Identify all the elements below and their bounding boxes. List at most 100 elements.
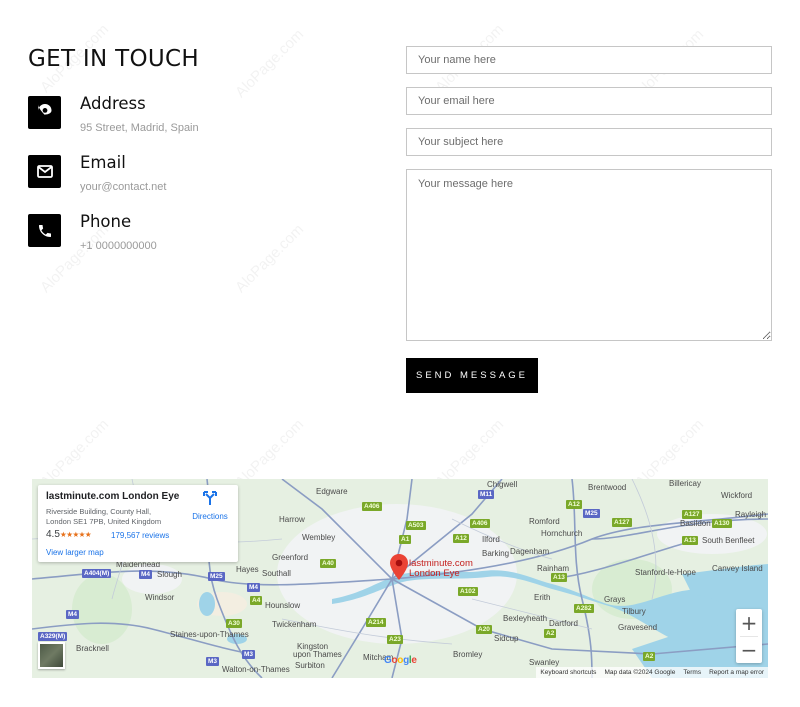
map-road-shield: A2	[643, 652, 656, 661]
map-place-label: Twickenham	[272, 620, 317, 629]
map-road-shield: A329(M)	[38, 632, 68, 641]
map-road-shield: A503	[406, 521, 426, 530]
map-place-label: Stanford-le-Hope	[635, 568, 696, 577]
contact-phone: Phone +1 0000000000	[28, 212, 368, 264]
email-label: Email	[80, 153, 126, 172]
map-place-label: Dartford	[549, 619, 578, 628]
terms-link[interactable]: Terms	[683, 669, 701, 676]
map-place-label: Windsor	[145, 593, 175, 602]
zoom-in-button[interactable]: +	[736, 609, 762, 636]
map-place-label: Wembley	[302, 533, 336, 542]
map-place-label: Grays	[604, 595, 626, 604]
name-input[interactable]	[406, 46, 772, 74]
map-place-label: Harrow	[279, 515, 305, 524]
map-road-shield: M4	[66, 610, 80, 619]
map-place-label: Chigwell	[487, 480, 518, 489]
map-road-shield: A406	[362, 502, 382, 511]
map-place-label: Bexleyheath	[503, 614, 548, 623]
map-place-label: South Benfleet	[702, 536, 755, 545]
reviews-link[interactable]: 179,567 reviews	[111, 531, 169, 540]
message-textarea[interactable]	[406, 169, 772, 341]
map-place-label: Wickford	[721, 491, 753, 500]
map-place-label: Greenford	[272, 553, 309, 562]
email-input[interactable]	[406, 87, 772, 115]
directions-label: Directions	[192, 512, 228, 521]
map-road-shield: A282	[574, 604, 594, 613]
place-name: lastminute.com London Eye	[46, 491, 180, 502]
map-road-shield: A2	[544, 629, 557, 638]
map-road-shield: M11	[478, 490, 495, 499]
map-place-label: upon Thames	[293, 650, 342, 659]
map-place-label: Brentwood	[588, 483, 627, 492]
map-place-label: Rainham	[537, 564, 570, 573]
map-road-shield: A127	[682, 510, 702, 519]
map-place-label: Bromley	[453, 650, 483, 659]
map-pin-label[interactable]: lastminute.com London Eye	[409, 559, 473, 579]
envelope-icon	[28, 155, 61, 188]
address-line-1: Riverside Building, County Hall,	[46, 507, 152, 516]
map-road-shield: M25	[208, 572, 225, 581]
address-value: 95 Street, Madrid, Spain	[80, 122, 199, 134]
map-place-label: Erith	[534, 593, 551, 602]
map-place-label: Hornchurch	[541, 529, 583, 538]
map-data-text: Map data ©2024 Google	[604, 669, 676, 676]
map-road-shield: M3	[206, 657, 220, 666]
satellite-toggle-button[interactable]	[38, 642, 65, 669]
map-road-shield: A13	[682, 536, 698, 545]
map-place-label: Canvey Island	[712, 564, 763, 573]
map-place-label: Staines-upon-Thames	[170, 630, 249, 639]
report-map-error-link[interactable]: Report a map error	[709, 669, 764, 676]
map-road-shield: A40	[320, 559, 336, 568]
map-pin-icon[interactable]	[390, 554, 408, 580]
zoom-controls: + −	[736, 609, 762, 663]
map-place-label: Swanley	[529, 658, 560, 667]
map-road-shield: A13	[551, 573, 567, 582]
map-place-label: Hayes	[236, 565, 259, 574]
map-road-shield: M25	[583, 509, 600, 518]
keyboard-shortcuts-link[interactable]: Keyboard shortcuts	[540, 669, 596, 676]
place-address: Riverside Building, County Hall, London …	[46, 507, 176, 527]
location-pin-icon	[28, 96, 61, 129]
watermark: AloPage.com	[232, 25, 308, 102]
map-road-shield: A1	[399, 535, 412, 544]
map-attribution: Keyboard shortcuts Map data ©2024 Google…	[536, 667, 768, 678]
place-rating: 4.5	[46, 529, 60, 540]
map-place-label: Gravesend	[618, 623, 658, 632]
phone-label: Phone	[80, 212, 132, 231]
map-road-shield: A130	[712, 519, 732, 528]
zoom-out-button[interactable]: −	[736, 636, 762, 663]
map-road-shield: A30	[226, 619, 242, 628]
send-message-button[interactable]: SEND MESSAGE	[406, 358, 538, 393]
map-place-label: Barking	[482, 549, 510, 558]
map-place-label: Southall	[262, 569, 291, 578]
map-place-label: Hounslow	[265, 601, 301, 610]
map-place-label: Surbiton	[295, 661, 325, 670]
map-place-label: Ilford	[482, 535, 500, 544]
map-place-label: Dagenham	[510, 547, 550, 556]
map-road-shield: A20	[476, 625, 492, 634]
address-label: Address	[80, 94, 146, 113]
map-road-shield: A12	[566, 500, 582, 509]
map-road-shield: A127	[612, 518, 632, 527]
phone-value: +1 0000000000	[80, 240, 157, 252]
map-road-shield: M3	[242, 650, 256, 659]
map-place-label: Edgware	[316, 487, 348, 496]
map-place-label: Walton-on-Thames	[222, 665, 290, 674]
directions-button[interactable]: Directions	[188, 491, 232, 521]
embedded-map[interactable]: Edgware Chigwell Brentwood Billericay Wickfo…	[32, 479, 768, 678]
map-place-label: Billericay	[669, 479, 702, 488]
map-place-label: Slough	[157, 570, 182, 579]
rating-stars-icon: ★★★★★	[60, 530, 92, 539]
map-place-label: Rayleigh	[735, 510, 767, 519]
pin-label-line2: London Eye	[409, 568, 460, 579]
map-road-shield: M4	[247, 583, 261, 592]
google-logo: Google	[384, 655, 417, 666]
subject-input[interactable]	[406, 128, 772, 156]
map-place-label: Basildon	[680, 519, 711, 528]
view-larger-map-link[interactable]: View larger map	[46, 548, 104, 557]
place-info-card: lastminute.com London Eye Riverside Buil…	[38, 485, 238, 562]
map-road-shield: A12	[453, 534, 469, 543]
page-title: GET IN TOUCH	[28, 46, 199, 72]
map-road-shield: A4	[250, 596, 263, 605]
directions-icon	[203, 491, 217, 505]
